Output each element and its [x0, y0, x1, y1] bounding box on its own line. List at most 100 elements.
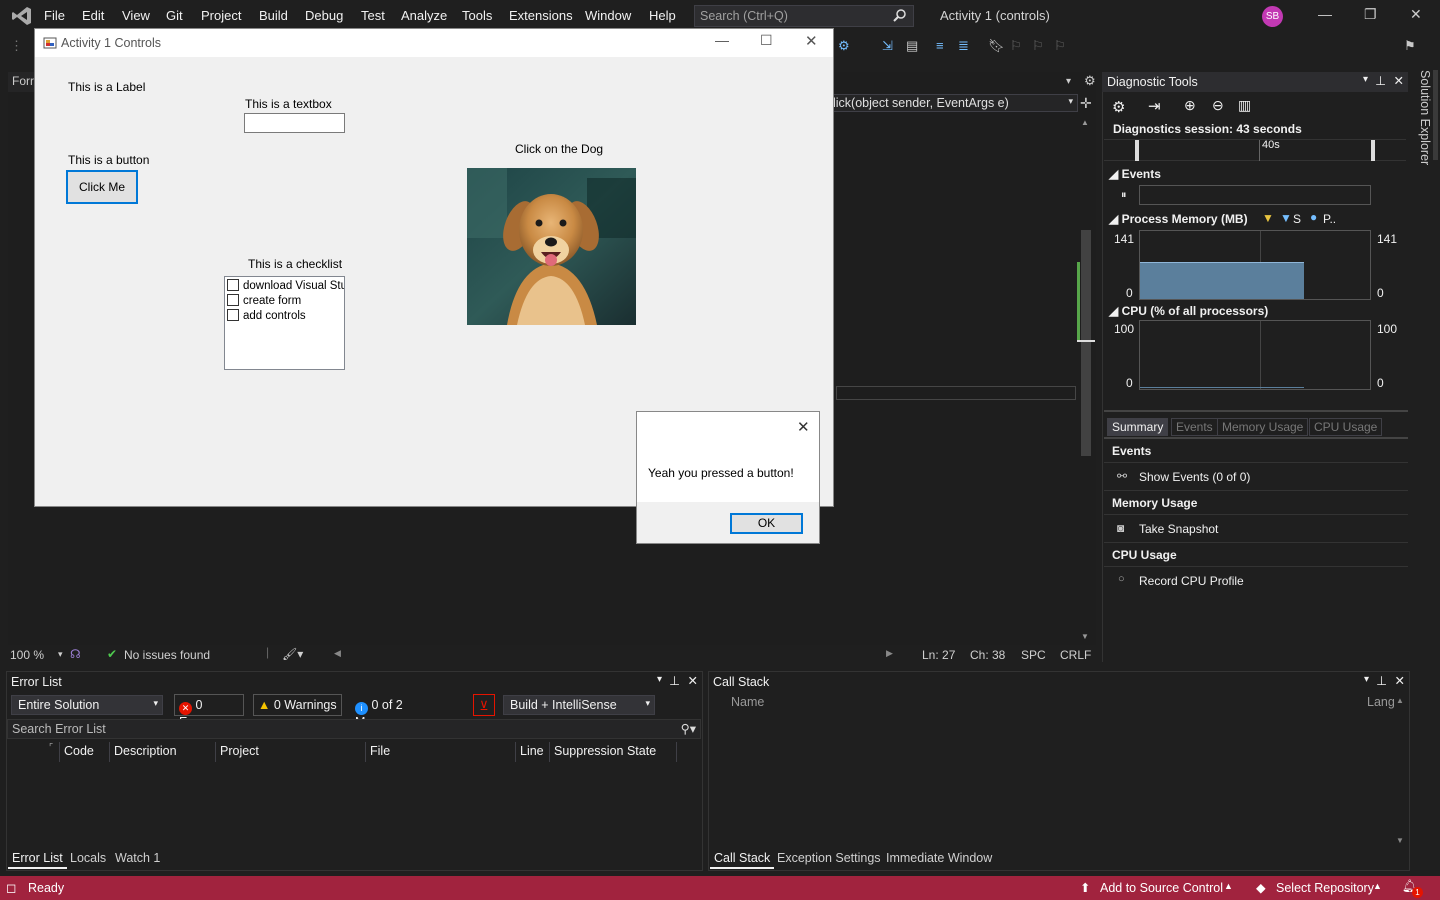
add-to-source-control[interactable]: Add to Source Control [1100, 881, 1223, 895]
timeline-ruler[interactable] [1104, 139, 1406, 161]
tab-events[interactable]: Events [1171, 418, 1218, 436]
tab-summary[interactable]: Summary [1107, 418, 1169, 436]
restore-icon[interactable]: ❐ [1364, 6, 1377, 23]
minimize-icon[interactable]: — [1318, 6, 1332, 22]
form-maximize-icon[interactable]: ☐ [760, 32, 773, 49]
document-tab[interactable]: Forr [8, 72, 36, 92]
checklist-item[interactable]: add controls [227, 309, 306, 323]
form-close-icon[interactable]: ✕ [805, 32, 818, 50]
take-snapshot-button[interactable]: Take Snapshot [1139, 522, 1218, 536]
select-repository[interactable]: Select Repository [1276, 881, 1374, 895]
chevron-up-icon[interactable]: ▲ [1224, 881, 1233, 891]
column-code[interactable]: Code [64, 744, 94, 758]
show-events-link[interactable]: Show Events (0 of 0) [1139, 470, 1250, 484]
bookmark-prev-icon[interactable]: ⚐ [1010, 38, 1022, 54]
ok-button[interactable]: OK [730, 513, 803, 534]
form-title-bar[interactable]: Activity 1 Controls — ☐ ✕ [35, 29, 833, 57]
whitespace-mode[interactable]: SPC [1021, 648, 1046, 662]
tab-dropdown-icon[interactable]: ▾ [1066, 76, 1071, 87]
column-suppression-state[interactable]: Suppression State [554, 744, 656, 758]
filter-icon[interactable]: ⊻ [473, 694, 495, 716]
column-file[interactable]: File [370, 744, 390, 758]
member-navigation-combo[interactable]: lick(object sender, EventArgs e) ▾ [826, 94, 1078, 112]
tab-cpu-usage[interactable]: CPU Usage [1309, 418, 1383, 436]
toolbar-outdent-icon[interactable]: ≣ [958, 38, 969, 54]
user-avatar[interactable]: SB [1262, 6, 1283, 27]
pause-icon[interactable]: ⏸ [1121, 189, 1127, 202]
close-panel-icon[interactable]: ✕ [1394, 73, 1404, 88]
bookmark-icon[interactable]: 🔖︎ [988, 38, 1005, 54]
reset-view-icon[interactable]: ▥ [1238, 97, 1251, 114]
close-panel-icon[interactable]: ✕ [1395, 673, 1405, 688]
dialog-close-icon[interactable]: ✕ [797, 418, 810, 436]
column-description[interactable]: Description [114, 744, 177, 758]
memory-graph[interactable] [1139, 230, 1371, 300]
sort-icon[interactable]: ⌜ [49, 742, 53, 753]
form-textbox[interactable] [244, 113, 345, 133]
form-checklist[interactable]: download Visual Stu create form add cont… [224, 276, 345, 370]
tab-locals[interactable]: Locals [66, 851, 110, 869]
tab-watch-1[interactable]: Watch 1 [111, 851, 164, 869]
zoom-in-icon[interactable]: ⊕ [1184, 97, 1196, 114]
scroll-down-icon[interactable]: ▼ [1396, 836, 1404, 845]
menu-debug[interactable]: Debug [305, 8, 343, 23]
click-me-button[interactable]: Click Me [66, 170, 138, 204]
checkbox[interactable] [227, 294, 239, 306]
vs-logo-icon[interactable] [11, 5, 33, 30]
messages-filter-button[interactable]: i 0 of 2 Messages [350, 694, 466, 729]
pin-icon[interactable]: ⊥ [669, 673, 680, 688]
settings-icon[interactable]: ⚙ [1112, 98, 1125, 116]
menu-build[interactable]: Build [259, 8, 288, 23]
warnings-filter-button[interactable]: ▲ 0 Warnings [253, 694, 342, 716]
bookmark-next-icon[interactable]: ⚐ [1032, 38, 1044, 54]
menu-git[interactable]: Git [166, 8, 183, 23]
feedback-icon[interactable]: ⚑ [1404, 38, 1416, 54]
bookmark-clear-icon[interactable]: ⚐ [1054, 38, 1066, 54]
menu-test[interactable]: Test [361, 8, 385, 23]
menu-view[interactable]: View [122, 8, 150, 23]
tab-exception-settings[interactable]: Exception Settings [773, 851, 885, 869]
line-ending[interactable]: CRLF [1060, 648, 1091, 662]
scroll-right-icon[interactable]: ▶ [886, 648, 893, 659]
code-cleanup-icon[interactable]: 🖌︎▾ [282, 647, 303, 661]
toolbar-step-icon[interactable]: ⇲ [882, 38, 893, 54]
scope-dropdown[interactable]: Entire Solution ▾ [11, 695, 163, 715]
scroll-up-icon[interactable]: ▲ [1081, 118, 1089, 127]
close-panel-icon[interactable]: ✕ [688, 673, 698, 688]
zoom-level[interactable]: 100 % [10, 648, 44, 662]
checklist-item[interactable]: download Visual Stu [227, 279, 344, 293]
menu-analyze[interactable]: Analyze [401, 8, 447, 23]
panel-dropdown-icon[interactable]: ▾ [1364, 674, 1369, 685]
pin-icon[interactable]: ⊥ [1376, 673, 1387, 688]
panel-dropdown-icon[interactable]: ▾ [1363, 74, 1368, 85]
cpu-graph[interactable] [1139, 320, 1371, 390]
tab-immediate-window[interactable]: Immediate Window [882, 851, 996, 869]
form-minimize-icon[interactable]: — [715, 32, 729, 48]
scroll-up-icon[interactable]: ▲ [1396, 696, 1404, 705]
pin-icon[interactable]: ⊥ [1375, 73, 1386, 88]
build-filter-dropdown[interactable]: Build + IntelliSense ▾ [503, 695, 655, 715]
editor-scroll-thumb[interactable] [1081, 230, 1091, 456]
scroll-left-icon[interactable]: ◀ [334, 648, 341, 659]
menu-help[interactable]: Help [649, 8, 676, 23]
panel-dropdown-icon[interactable]: ▾ [657, 674, 662, 685]
solution-explorer-tab[interactable]: Solution Explorer [1414, 70, 1432, 170]
column-lang[interactable]: Lang [1367, 695, 1395, 709]
menu-file[interactable]: File [44, 8, 65, 23]
search-box[interactable]: Search (Ctrl+Q) [694, 5, 914, 27]
timeline-end-handle[interactable] [1371, 140, 1375, 161]
dog-picture[interactable] [467, 168, 636, 325]
errors-filter-button[interactable]: ✕ 0 Errors [174, 694, 244, 729]
close-icon[interactable]: ✕ [1410, 6, 1422, 23]
tab-memory-usage[interactable]: Memory Usage [1217, 418, 1309, 436]
zoom-dropdown-icon[interactable]: ▾ [58, 649, 63, 660]
timeline-start-handle[interactable] [1135, 140, 1139, 161]
issues-status[interactable]: No issues found [124, 648, 210, 662]
column-project[interactable]: Project [220, 744, 259, 758]
zoom-out-icon[interactable]: ⊖ [1212, 97, 1224, 114]
split-editor-icon[interactable]: ✛ [1080, 95, 1092, 112]
toolbar-tool-icon[interactable]: ⚙ [838, 38, 850, 54]
checklist-item[interactable]: create form [227, 294, 301, 308]
tab-error-list[interactable]: Error List [8, 851, 67, 869]
toolbar-window-icon[interactable]: ▤ [906, 38, 918, 54]
